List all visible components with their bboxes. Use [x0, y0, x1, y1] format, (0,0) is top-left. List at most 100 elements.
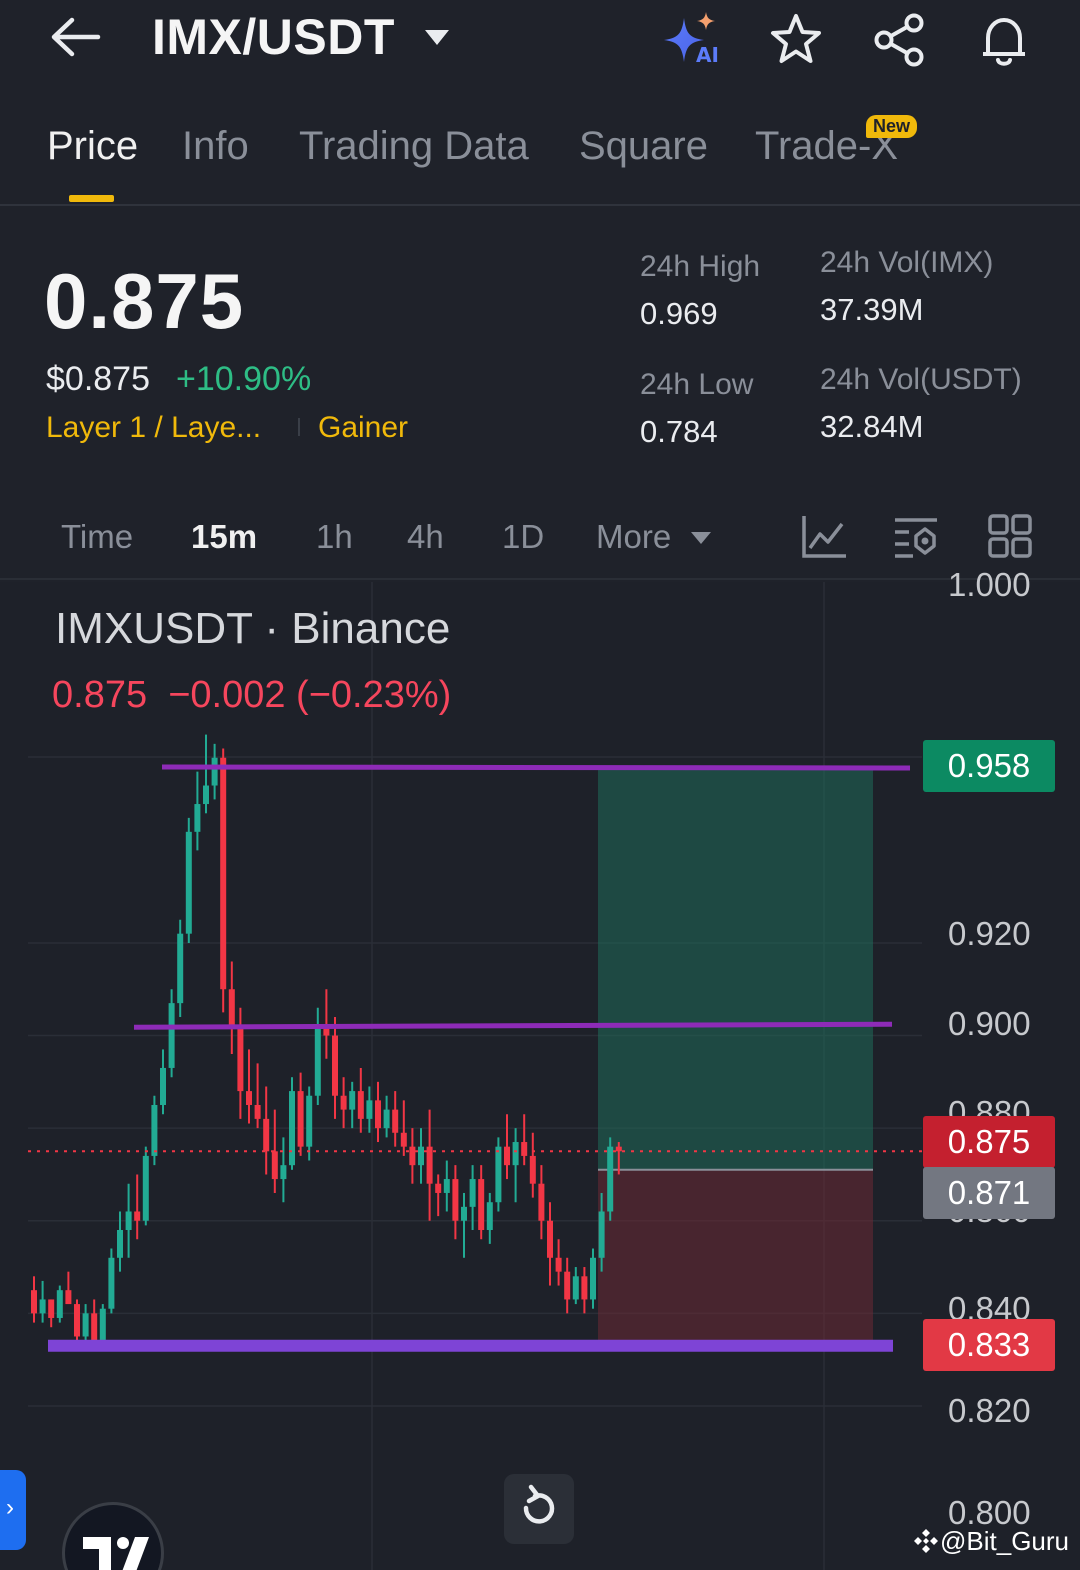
candle-body: [263, 1118, 270, 1152]
last-price: 0.875: [44, 257, 245, 345]
candle-body: [400, 1132, 407, 1147]
bell-icon[interactable]: [974, 10, 1034, 70]
candle-body: [289, 1091, 295, 1166]
usd-price: $0.875: [46, 360, 150, 398]
candlestick-chart[interactable]: [0, 582, 1080, 1570]
interval-15m[interactable]: 15m: [191, 518, 257, 556]
candle-body: [538, 1183, 545, 1221]
watermark-text: @Bit_Guru: [940, 1526, 1069, 1556]
candle-body: [357, 1091, 364, 1119]
interval-more[interactable]: More: [596, 518, 671, 556]
chevron-down-icon[interactable]: [422, 26, 452, 48]
candle-body: [366, 1100, 373, 1119]
loss-zone: [598, 1169, 873, 1346]
candle-body: [220, 757, 227, 990]
interval-time[interactable]: Time: [61, 518, 133, 556]
svg-text:AI: AI: [696, 43, 719, 67]
candle-body: [443, 1179, 450, 1193]
candle-body: [349, 1091, 356, 1110]
candle-body: [39, 1299, 46, 1314]
candle-body: [185, 831, 192, 934]
candle-body: [160, 1067, 166, 1105]
candle-body: [297, 1091, 304, 1147]
indicator-chart-icon[interactable]: [800, 512, 848, 560]
back-arrow-icon[interactable]: [48, 14, 104, 60]
y-tick-0900: 0.900: [948, 1005, 1031, 1042]
interval-bar: Time 15m 1h 4h 1D More: [0, 500, 1080, 580]
layout-grid-icon[interactable]: [986, 512, 1034, 560]
ai-sparkle-icon[interactable]: AI: [662, 10, 722, 70]
candle-body: [177, 933, 184, 1004]
vol-quote-value: 32.84M: [820, 409, 924, 444]
gainer-tag[interactable]: Gainer: [318, 411, 408, 445]
candle-body: [306, 1095, 313, 1147]
candle-body: [598, 1211, 605, 1258]
candle-body: [99, 1308, 106, 1342]
pair-title[interactable]: IMX/USDT: [152, 8, 395, 66]
chart-symbol-title: IMXUSDT · Binance: [55, 604, 451, 653]
candle-body: [375, 1100, 381, 1129]
tab-square[interactable]: Square: [579, 124, 708, 169]
chart-ohlc-change: 0.875 −0.002 (−0.23%): [52, 674, 452, 716]
candle-body: [418, 1146, 424, 1166]
candle-body: [572, 1276, 579, 1300]
reset-chart-button[interactable]: [504, 1474, 574, 1544]
candle-body: [478, 1179, 485, 1230]
sector-tag[interactable]: Layer 1 / Laye...: [46, 411, 261, 445]
candle-body: [547, 1220, 553, 1258]
price-change-percent: +10.90%: [176, 360, 312, 398]
high-24h-value: 0.969: [640, 296, 718, 331]
candle-body: [31, 1290, 37, 1314]
mid-level-line: [133, 1021, 893, 1030]
candle-body: [607, 1146, 614, 1212]
candle-body: [65, 1290, 72, 1305]
candle-body: [48, 1299, 55, 1318]
low-24h-label: 24h Low: [640, 368, 754, 401]
candle-body: [486, 1202, 493, 1230]
candle-body: [504, 1146, 510, 1166]
side-panel-handle[interactable]: ›: [0, 1470, 26, 1550]
candle-body: [108, 1257, 115, 1309]
price-chart[interactable]: IMXUSDT · Binance 0.875 −0.002 (−0.23%) …: [0, 566, 1080, 1570]
candle-body: [117, 1230, 123, 1258]
candle-body: [512, 1142, 519, 1166]
candle-body: [392, 1109, 399, 1133]
star-icon[interactable]: [766, 10, 826, 70]
candle-body: [271, 1151, 278, 1180]
share-icon[interactable]: [870, 10, 930, 70]
interval-4h[interactable]: 4h: [407, 518, 444, 556]
tab-info[interactable]: Info: [182, 124, 249, 169]
refresh-icon: [523, 1484, 555, 1524]
last-price-tag: 0.875: [923, 1116, 1055, 1168]
interval-1h[interactable]: 1h: [316, 518, 353, 556]
y-tick-1000: 1.000: [948, 566, 1031, 603]
candle-body: [151, 1104, 158, 1156]
candle-body: [211, 757, 218, 786]
chart-settings-icon[interactable]: [893, 512, 941, 560]
new-badge: New: [866, 115, 918, 138]
candle-body: [134, 1211, 141, 1221]
candle-body: [125, 1211, 132, 1230]
candle-body: [254, 1104, 261, 1119]
candle-body: [237, 1026, 244, 1092]
tab-price[interactable]: Price: [47, 124, 138, 169]
candle-body: [142, 1155, 149, 1221]
vol-base-label: 24h Vol(IMX): [820, 246, 994, 279]
candle-body: [340, 1095, 347, 1110]
interval-1d[interactable]: 1D: [502, 518, 544, 556]
high-24h-label: 24h High: [640, 250, 761, 283]
resistance-line: [161, 764, 911, 771]
y-tick-0920: 0.920: [948, 915, 1031, 952]
candle-body: [246, 1091, 252, 1105]
tab-trading-data[interactable]: Trading Data: [299, 124, 529, 169]
y-tick-0820: 0.820: [948, 1392, 1031, 1429]
vol-quote-label: 24h Vol(USDT): [820, 363, 1022, 396]
candle-body: [314, 1026, 321, 1096]
candle-body: [280, 1165, 287, 1180]
candle-body: [581, 1276, 588, 1300]
candle-body: [590, 1257, 596, 1300]
watermark: @Bit_Guru: [912, 1526, 1069, 1557]
stop-loss-tag: 0.833: [923, 1319, 1055, 1371]
tab-bar: Price Info Trading Data Square Trade-X: [0, 100, 1080, 206]
candle-body: [91, 1313, 98, 1342]
